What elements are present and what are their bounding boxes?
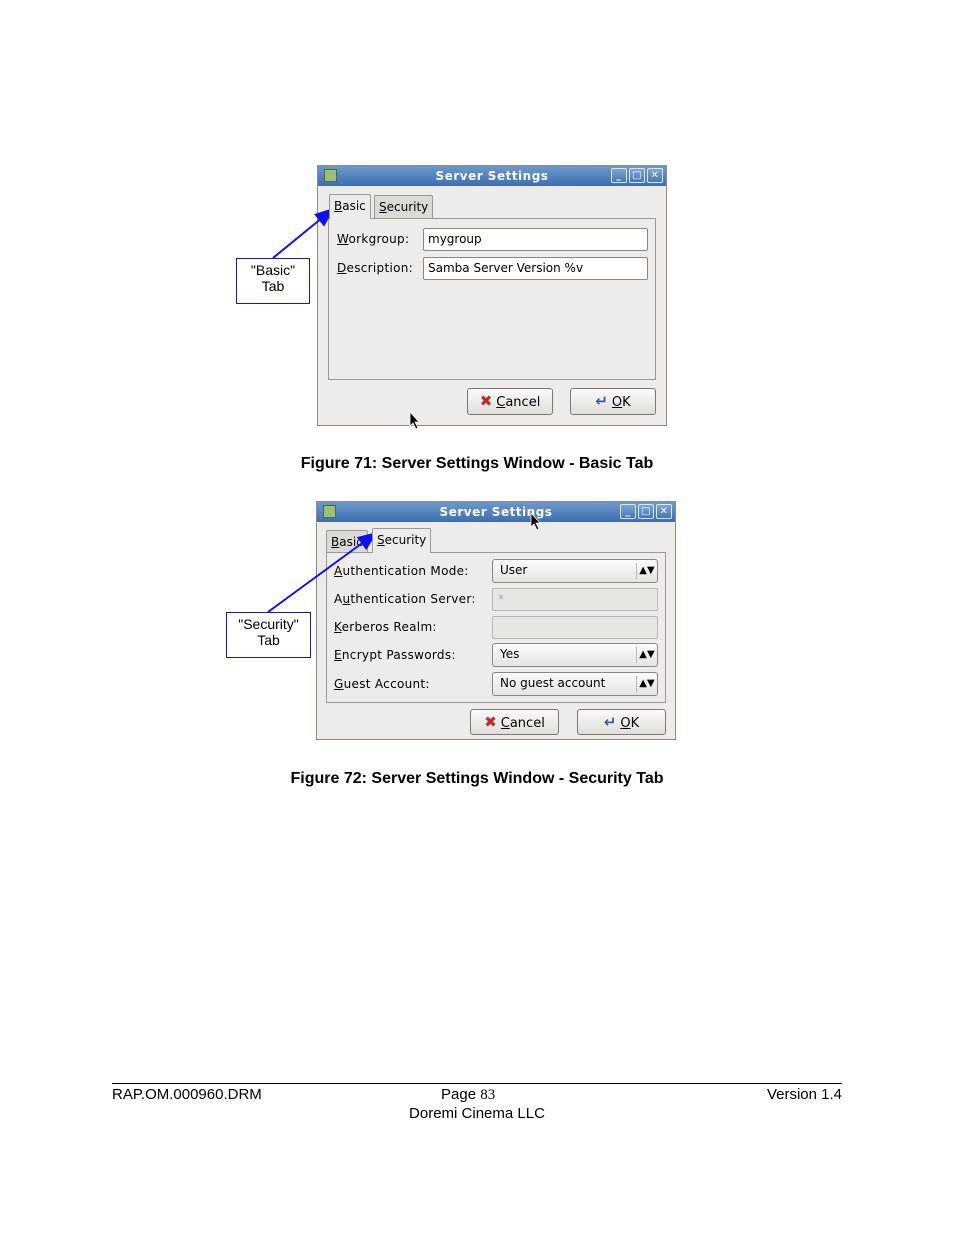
window-titlebar: Server Settings _ □ ✕ — [318, 166, 666, 186]
workgroup-label: Workgroup: — [337, 232, 410, 246]
cancel-button[interactable]: ✖ Cancel — [470, 709, 559, 735]
ok-button[interactable]: ↵ OK — [570, 388, 656, 415]
select-arrow-icon: ▲▼ — [636, 563, 657, 579]
tab-panel: Workgroup: mygroup Description: Samba Se… — [328, 218, 656, 380]
select-arrow-icon: ▲▼ — [636, 676, 657, 692]
close-icon[interactable]: ✕ — [647, 168, 663, 183]
window-title: Server Settings — [439, 505, 553, 519]
window-title: Server Settings — [435, 169, 549, 183]
footer-rule — [112, 1083, 842, 1084]
security-tab-callout: "Security" Tab — [226, 612, 311, 658]
footer-doc-id: RAP.OM.000960.DRM — [112, 1086, 262, 1103]
tab-panel: Authentication Mode: User ▲▼ Authenticati… — [326, 552, 666, 703]
authentication-mode-label: Authentication Mode: — [334, 564, 469, 578]
authentication-server-label: Authentication Server: — [334, 592, 476, 606]
description-field[interactable]: Samba Server Version %v — [423, 257, 648, 280]
cancel-icon: ✖ — [484, 713, 497, 731]
tab-basic[interactable]: Basic — [326, 530, 368, 552]
window-titlebar: Server Settings _ □ ✕ — [317, 502, 675, 522]
guest-account-select[interactable]: No guest account ▲▼ — [492, 672, 658, 696]
select-arrow-icon: ▲▼ — [636, 647, 657, 663]
ok-icon: ↵ — [595, 392, 608, 410]
maximize-icon[interactable]: □ — [638, 504, 654, 519]
close-icon[interactable]: ✕ — [656, 504, 672, 519]
encrypt-passwords-label: Encrypt Passwords: — [334, 648, 456, 662]
server-settings-window-basic: Server Settings _ □ ✕ Basic Security Wor… — [317, 165, 667, 426]
kerberos-realm-label: Kerberos Realm: — [334, 620, 437, 634]
minimize-icon[interactable]: _ — [620, 504, 636, 519]
encrypt-passwords-select[interactable]: Yes ▲▼ — [492, 643, 658, 667]
minimize-icon[interactable]: _ — [611, 168, 627, 183]
tab-security[interactable]: Security — [372, 528, 432, 553]
guest-account-label: Guest Account: — [334, 677, 430, 691]
kerberos-realm-field[interactable] — [492, 616, 658, 639]
maximize-icon[interactable]: □ — [629, 168, 645, 183]
ok-icon: ↵ — [603, 713, 617, 731]
figure-72-caption: Figure 72: Server Settings Window - Secu… — [290, 770, 664, 787]
app-icon — [324, 169, 337, 182]
authentication-server-field[interactable]: * — [492, 588, 658, 611]
ok-button[interactable]: ↵ OK — [577, 709, 666, 735]
cancel-button[interactable]: ✖ Cancel — [467, 388, 553, 415]
authentication-mode-select[interactable]: User ▲▼ — [492, 559, 658, 583]
workgroup-field[interactable]: mygroup — [423, 228, 648, 251]
server-settings-window-security: Server Settings _ □ ✕ Basic Security Aut… — [316, 501, 676, 740]
description-label: Description: — [337, 261, 413, 275]
tab-security[interactable]: Security — [374, 195, 434, 218]
cancel-icon: ✖ — [479, 392, 493, 410]
figure-71-caption: Figure 71: Server Settings Window - Basi… — [300, 455, 654, 472]
footer-version: Version 1.4 — [766, 1086, 842, 1103]
basic-tab-callout: "Basic" Tab — [236, 258, 310, 304]
footer-company: Doremi Cinema LLC — [409, 1105, 545, 1122]
app-icon — [323, 505, 336, 518]
tab-basic[interactable]: Basic — [329, 194, 371, 219]
footer-page: Page 83 — [441, 1086, 496, 1103]
